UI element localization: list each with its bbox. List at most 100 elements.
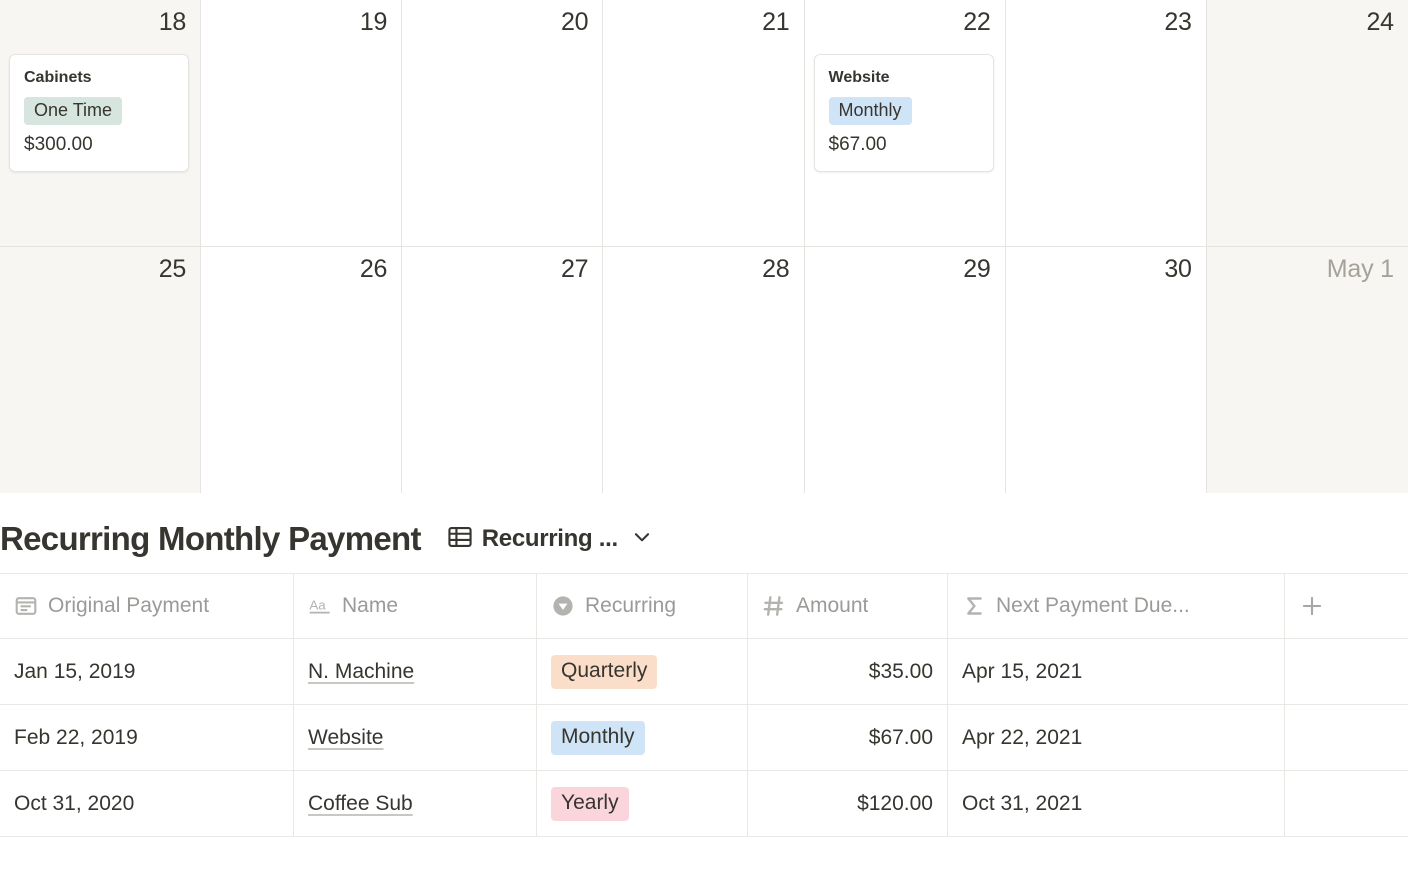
status-badge: Monthly xyxy=(551,720,645,755)
row-open-link[interactable]: N. Machine xyxy=(308,659,414,685)
add-column-button[interactable] xyxy=(1285,574,1408,638)
calendar-week-row: 18 Cabinets One Time $300.00 19 20 21 22 Website… xyxy=(0,0,1408,246)
calendar-day-number: 29 xyxy=(963,255,991,283)
table-body: Jan 15, 2019 N. Machine Quarterly $35.00 Apr… xyxy=(0,639,1408,837)
cell-value: Jan 15, 2019 xyxy=(14,659,136,683)
formula-icon xyxy=(962,594,986,618)
calendar-day-number: 24 xyxy=(1366,8,1394,36)
cell-value: $120.00 xyxy=(857,791,933,815)
chevron-down-icon[interactable] xyxy=(631,526,653,553)
calendar-day-cell[interactable]: 27 xyxy=(402,247,604,493)
calendar-day-cell[interactable]: May 1 xyxy=(1206,247,1408,493)
calendar-event-card[interactable]: Website Monthly $67.00 xyxy=(813,54,994,172)
cell-name[interactable]: Coffee Sub xyxy=(294,771,537,836)
database-section: Recurring Monthly Payment Recurring ... xyxy=(0,493,1408,837)
calendar-day-number: 25 xyxy=(158,255,187,283)
cell-name[interactable]: N. Machine xyxy=(294,639,537,704)
row-open-link[interactable]: Website xyxy=(308,725,383,751)
cell-recurring[interactable]: Monthly xyxy=(537,705,748,770)
row-open-link[interactable]: Coffee Sub xyxy=(308,791,413,817)
select-icon xyxy=(551,594,575,618)
cell-amount[interactable]: $35.00 xyxy=(748,639,948,704)
plus-icon[interactable] xyxy=(1299,593,1325,619)
calendar-day-number: 26 xyxy=(359,255,388,283)
event-amount: $67.00 xyxy=(828,134,887,155)
cell-value: Oct 31, 2021 xyxy=(962,791,1083,815)
column-header-name[interactable]: Aa Name xyxy=(294,574,537,638)
event-title: Cabinets xyxy=(24,69,92,86)
cell-value: $35.00 xyxy=(868,659,933,683)
calendar-day-cell[interactable]: 28 xyxy=(603,247,805,493)
table-icon xyxy=(447,524,473,555)
cell-value: Apr 15, 2021 xyxy=(962,659,1083,683)
calendar-day-cell[interactable]: 21 xyxy=(603,0,805,246)
column-header-label: Recurring xyxy=(585,594,677,617)
table-row[interactable]: Jan 15, 2019 N. Machine Quarterly $35.00 Apr… xyxy=(0,639,1408,705)
column-header-label: Name xyxy=(342,594,399,617)
cell-next-payment-due[interactable]: Apr 22, 2021 xyxy=(948,705,1285,770)
column-header-original-payment[interactable]: Original Payment xyxy=(0,574,294,638)
cell-amount[interactable]: $120.00 xyxy=(748,771,948,836)
column-header-next-payment-due[interactable]: Next Payment Due... xyxy=(948,574,1285,638)
database-table: Original Payment Aa Name Recurring Amoun… xyxy=(0,573,1408,837)
table-row[interactable]: Oct 31, 2020 Coffee Sub Yearly $120.00 Oct 3… xyxy=(0,771,1408,837)
calendar-day-cell[interactable]: 30 xyxy=(1005,247,1207,493)
calendar-day-cell[interactable]: 24 xyxy=(1206,0,1408,246)
calendar-day-number: 23 xyxy=(1164,8,1192,36)
event-recurrence-badge: Monthly xyxy=(828,97,912,125)
event-amount: $300.00 xyxy=(24,134,93,155)
calendar-day-number: 22 xyxy=(963,8,991,36)
calendar-day-cell[interactable]: 19 xyxy=(201,0,403,246)
column-header-amount[interactable]: Amount xyxy=(748,574,948,638)
calendar-day-number: 28 xyxy=(762,255,790,283)
cell-empty xyxy=(1285,705,1408,770)
calendar-day-cell[interactable]: 29 xyxy=(804,247,1006,493)
cell-empty xyxy=(1285,771,1408,836)
date-icon xyxy=(14,594,38,618)
cell-value: Apr 22, 2021 xyxy=(962,725,1083,749)
calendar-day-number: 21 xyxy=(762,8,790,36)
column-header-label: Amount xyxy=(796,594,869,617)
calendar-event-card[interactable]: Cabinets One Time $300.00 xyxy=(9,54,189,172)
cell-value: $67.00 xyxy=(868,725,933,749)
calendar-day-number: 30 xyxy=(1164,255,1192,283)
number-icon xyxy=(762,594,786,618)
view-name: Recurring ... xyxy=(481,525,618,552)
cell-amount[interactable]: $67.00 xyxy=(748,705,948,770)
column-header-label: Original Payment xyxy=(48,594,210,617)
cell-next-payment-due[interactable]: Oct 31, 2021 xyxy=(948,771,1285,836)
column-header-recurring[interactable]: Recurring xyxy=(537,574,748,638)
cell-next-payment-due[interactable]: Apr 15, 2021 xyxy=(948,639,1285,704)
view-selector[interactable]: Recurring ... xyxy=(443,522,657,557)
cell-original-payment[interactable]: Oct 31, 2020 xyxy=(0,771,294,836)
status-badge: Quarterly xyxy=(551,654,658,689)
cell-empty xyxy=(1285,639,1408,704)
cell-original-payment[interactable]: Jan 15, 2019 xyxy=(0,639,294,704)
calendar-week-row: 25 26 27 28 29 30 May 1 xyxy=(0,246,1408,493)
calendar-day-cell[interactable]: 25 xyxy=(0,247,202,493)
cell-value: Feb 22, 2019 xyxy=(14,725,138,749)
calendar-day-cell[interactable]: 23 xyxy=(1005,0,1207,246)
calendar-day-number: 19 xyxy=(359,8,388,36)
page-title: Recurring Monthly Payment xyxy=(0,520,421,557)
svg-text:Aa: Aa xyxy=(309,597,326,612)
column-header-label: Next Payment Due... xyxy=(996,594,1190,617)
table-row[interactable]: Feb 22, 2019 Website Monthly $67.00 Apr 22, … xyxy=(0,705,1408,771)
cell-original-payment[interactable]: Feb 22, 2019 xyxy=(0,705,294,770)
calendar-day-cell[interactable]: 18 Cabinets One Time $300.00 xyxy=(0,0,202,246)
calendar-day-number: 20 xyxy=(560,8,589,36)
calendar-day-cell[interactable]: 20 xyxy=(402,0,604,246)
database-header: Recurring Monthly Payment Recurring ... xyxy=(0,493,1408,573)
calendar-day-number: 27 xyxy=(560,255,589,283)
cell-recurring[interactable]: Quarterly xyxy=(537,639,748,704)
calendar-day-cell[interactable]: 26 xyxy=(201,247,403,493)
text-icon: Aa xyxy=(308,594,332,618)
calendar-day-number: May 1 xyxy=(1326,255,1394,283)
calendar-day-cell[interactable]: 22 Website Monthly $67.00 xyxy=(804,0,1006,246)
cell-value: Oct 31, 2020 xyxy=(14,791,135,815)
event-recurrence-badge: One Time xyxy=(24,97,123,125)
cell-name[interactable]: Website xyxy=(294,705,537,770)
status-badge: Yearly xyxy=(551,786,629,821)
calendar-day-number: 18 xyxy=(158,8,187,36)
cell-recurring[interactable]: Yearly xyxy=(537,771,748,836)
